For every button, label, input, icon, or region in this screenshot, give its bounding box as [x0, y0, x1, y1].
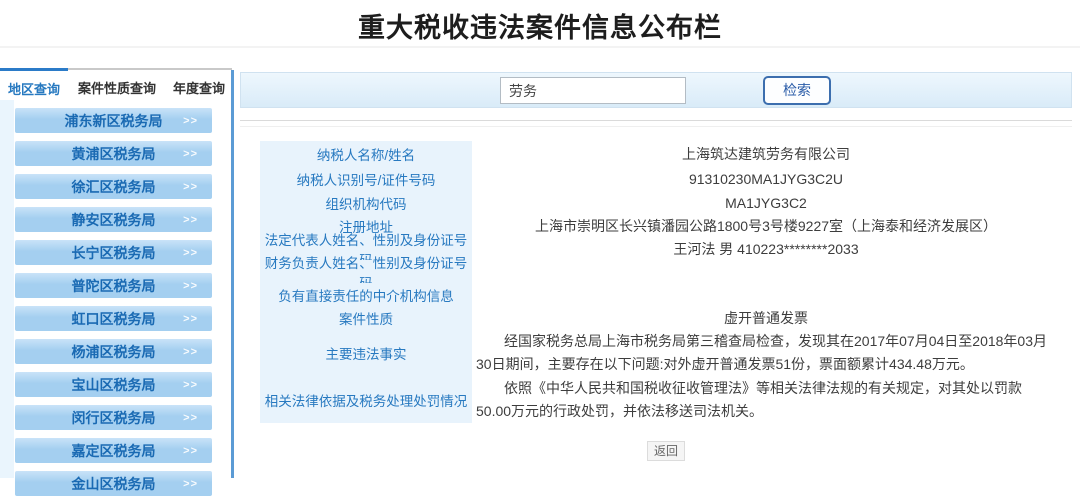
row-value: MA1JYG3C2 — [472, 191, 1060, 214]
tab-year-query[interactable]: 年度查询 — [166, 68, 232, 98]
back-button[interactable]: 返回 — [647, 441, 685, 461]
row-label: 案件性质 — [260, 306, 472, 329]
table-row: 主要违法事实经国家税务总局上海市税务局第三稽查局检查，发现其在2017年07月0… — [260, 329, 1060, 376]
sidebar-item-jingan[interactable]: 静安区税务局 >> — [15, 207, 212, 232]
table-row: 纳税人识别号/证件号码91310230MA1JYG3C2U — [260, 166, 1060, 191]
case-detail-panel: 纳税人名称/姓名上海筑达建筑劳务有限公司 纳税人识别号/证件号码91310230… — [240, 120, 1072, 478]
bureau-label: 徐汇区税务局 — [72, 177, 156, 197]
row-value: 依照《中华人民共和国税收征收管理法》等相关法律法规的有关规定，对其处以罚款50.… — [472, 376, 1060, 423]
row-value — [472, 283, 1060, 306]
bureau-label: 黄浦区税务局 — [72, 144, 156, 164]
double-chevron-right-icon: >> — [183, 181, 198, 193]
double-chevron-right-icon: >> — [183, 247, 198, 259]
double-chevron-right-icon: >> — [183, 412, 198, 424]
double-chevron-right-icon: >> — [183, 478, 198, 490]
double-chevron-right-icon: >> — [183, 148, 198, 160]
search-input[interactable] — [500, 77, 686, 104]
sidebar-item-pudong[interactable]: 浦东新区税务局 >> — [15, 108, 212, 133]
bureau-list: 浦东新区税务局 >> 黄浦区税务局 >> 徐汇区税务局 >> 静安区税务局 >> 长宁区… — [15, 108, 212, 504]
row-label: 财务负责人姓名、性别及身份证号码 — [260, 260, 472, 283]
tab-case-nature-query[interactable]: 案件性质查询 — [68, 68, 166, 98]
bureau-label: 长宁区税务局 — [72, 243, 156, 263]
header-divider — [0, 46, 1080, 48]
row-label: 主要违法事实 — [260, 329, 472, 376]
bureau-label: 嘉定区税务局 — [72, 441, 156, 461]
sidebar-tabs: 地区查询 案件性质查询 年度查询 — [0, 68, 234, 98]
double-chevron-right-icon: >> — [183, 214, 198, 226]
page-title: 重大税收违法案件信息公布栏 — [0, 6, 1080, 45]
sidebar-item-minhang[interactable]: 闵行区税务局 >> — [15, 405, 212, 430]
sidebar-item-baoshan[interactable]: 宝山区税务局 >> — [15, 372, 212, 397]
row-label: 相关法律依据及税务处理处罚情况 — [260, 376, 472, 423]
sidebar-item-changning[interactable]: 长宁区税务局 >> — [15, 240, 212, 265]
table-row: 案件性质虚开普通发票 — [260, 306, 1060, 329]
table-row: 纳税人名称/姓名上海筑达建筑劳务有限公司 — [260, 141, 1060, 166]
sidebar-item-jiading[interactable]: 嘉定区税务局 >> — [15, 438, 212, 463]
row-label: 纳税人名称/姓名 — [260, 141, 472, 166]
row-value — [472, 260, 1060, 283]
bureau-label: 金山区税务局 — [72, 474, 156, 494]
double-chevron-right-icon: >> — [183, 280, 198, 292]
row-label: 负有直接责任的中介机构信息 — [260, 283, 472, 306]
search-bar: 检索 — [240, 72, 1072, 108]
bureau-label: 普陀区税务局 — [72, 276, 156, 296]
double-chevron-right-icon: >> — [183, 379, 198, 391]
table-row: 相关法律依据及税务处理处罚情况依照《中华人民共和国税收征收管理法》等相关法律法规… — [260, 376, 1060, 423]
sidebar: 地区查询 案件性质查询 年度查询 浦东新区税务局 >> 黄浦区税务局 >> 徐汇区税… — [0, 68, 234, 478]
sidebar-item-putuo[interactable]: 普陀区税务局 >> — [15, 273, 212, 298]
sidebar-item-xuhui[interactable]: 徐汇区税务局 >> — [15, 174, 212, 199]
sidebar-right-divider — [231, 70, 234, 478]
bureau-label: 杨浦区税务局 — [72, 342, 156, 362]
bureau-label: 浦东新区税务局 — [65, 111, 163, 131]
row-label: 组织机构代码 — [260, 191, 472, 214]
row-label: 纳税人识别号/证件号码 — [260, 166, 472, 191]
row-value: 上海筑达建筑劳务有限公司 — [472, 141, 1060, 166]
sidebar-item-jinshan[interactable]: 金山区税务局 >> — [15, 471, 212, 496]
sidebar-item-huangpu[interactable]: 黄浦区税务局 >> — [15, 141, 212, 166]
sidebar-item-yangpu[interactable]: 杨浦区税务局 >> — [15, 339, 212, 364]
bureau-label: 宝山区税务局 — [72, 375, 156, 395]
row-value: 91310230MA1JYG3C2U — [472, 166, 1060, 191]
double-chevron-right-icon: >> — [183, 346, 198, 358]
row-value: 王河法 男 410223********2033 — [472, 237, 1060, 260]
sidebar-item-hongkou[interactable]: 虹口区税务局 >> — [15, 306, 212, 331]
table-row: 组织机构代码MA1JYG3C2 — [260, 191, 1060, 214]
table-row: 财务负责人姓名、性别及身份证号码 — [260, 260, 1060, 283]
double-chevron-right-icon: >> — [183, 313, 198, 325]
search-button[interactable]: 检索 — [763, 76, 831, 105]
sidebar-left-strip — [0, 100, 14, 478]
row-value: 经国家税务总局上海市税务局第三稽查局检查，发现其在2017年07月04日至201… — [472, 329, 1060, 376]
bureau-label: 虹口区税务局 — [72, 309, 156, 329]
bureau-label: 静安区税务局 — [72, 210, 156, 230]
tab-region-query[interactable]: 地区查询 — [0, 68, 68, 98]
double-chevron-right-icon: >> — [183, 445, 198, 457]
bureau-label: 闵行区税务局 — [72, 408, 156, 428]
row-value: 虚开普通发票 — [472, 306, 1060, 329]
double-chevron-right-icon: >> — [183, 115, 198, 127]
row-value: 上海市崇明区长兴镇潘园公路1800号3号楼9227室（上海泰和经济发展区） — [472, 214, 1060, 237]
case-detail-table: 纳税人名称/姓名上海筑达建筑劳务有限公司 纳税人识别号/证件号码91310230… — [260, 141, 1060, 423]
table-row: 负有直接责任的中介机构信息 — [260, 283, 1060, 306]
